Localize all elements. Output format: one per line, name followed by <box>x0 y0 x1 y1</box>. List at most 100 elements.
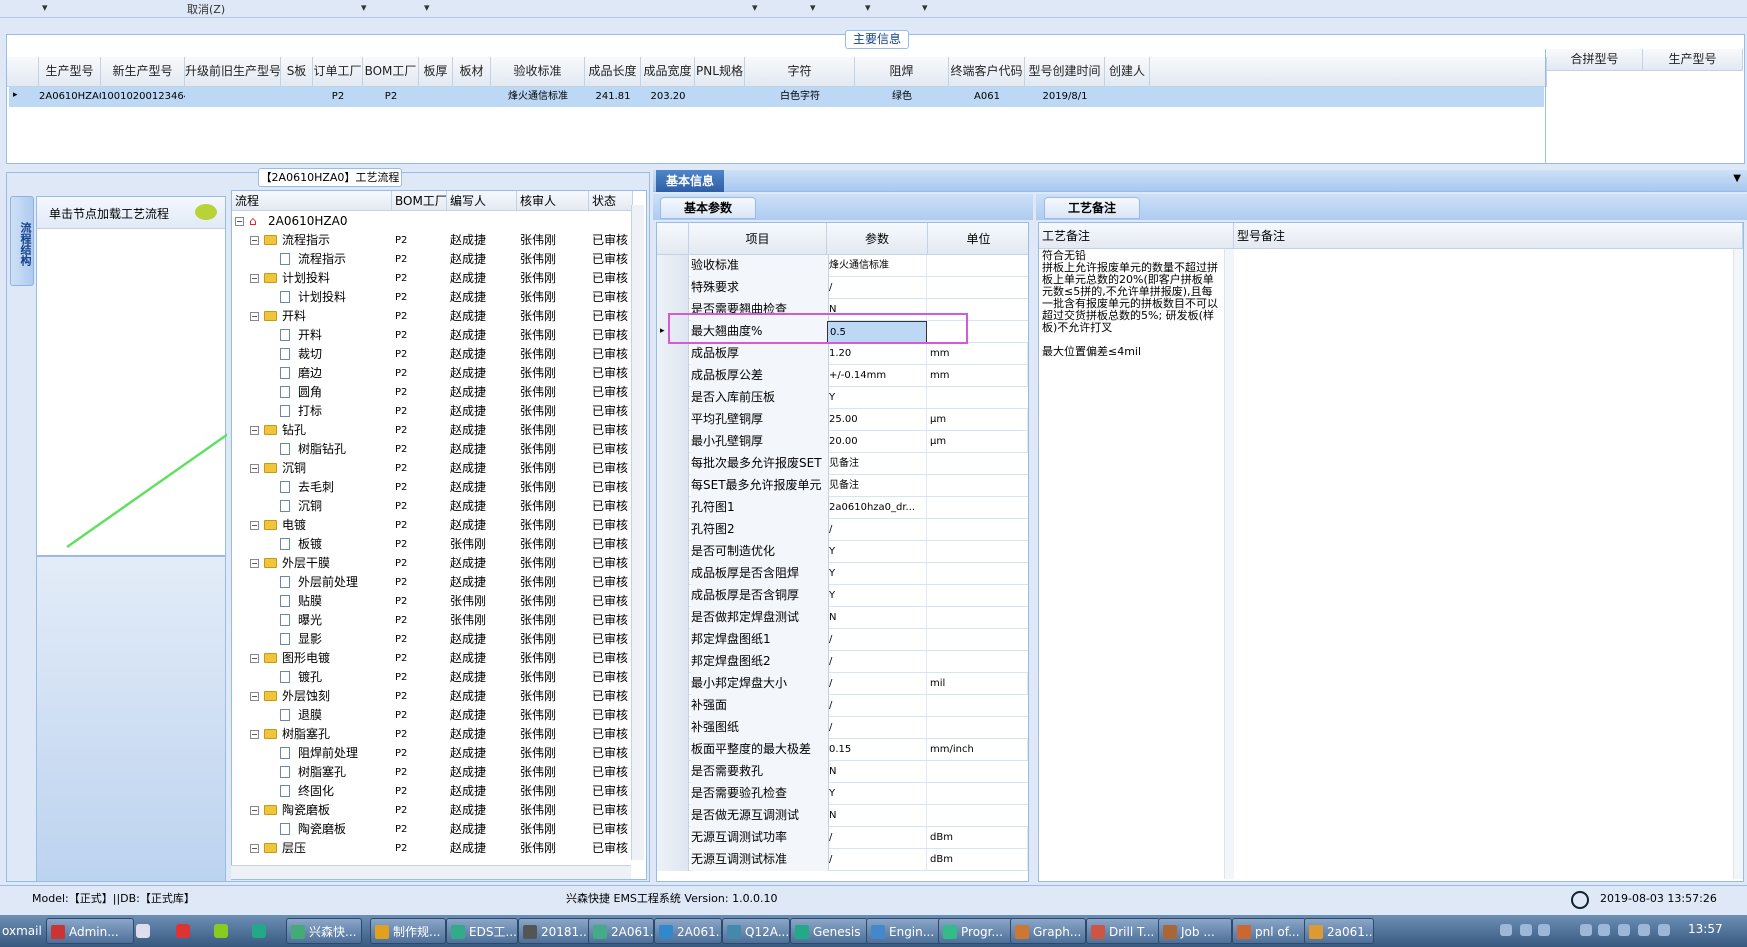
column-header[interactable]: 订单工厂 <box>313 57 363 87</box>
tree-node[interactable]: 外层前处理 P2 赵成捷 张伟刚 已审核 <box>232 573 632 592</box>
table-cell[interactable]: 241.81 <box>585 87 641 107</box>
param-value[interactable]: / <box>827 277 927 298</box>
column-header[interactable]: S板 <box>281 57 313 87</box>
cancel-button[interactable]: 取消(Z) <box>187 1 225 17</box>
taskbar-item[interactable]: Job ... <box>1158 918 1232 944</box>
tree-column-header[interactable]: BOM工厂 <box>392 191 447 211</box>
param-value[interactable]: 见备注 <box>827 453 927 474</box>
tree-node[interactable]: − 外层干膜 P2 赵成捷 张伟刚 已审核 <box>232 554 632 573</box>
taskbar-item[interactable]: Admin... <box>46 918 134 944</box>
tree-node[interactable]: − 陶瓷磨板 P2 赵成捷 张伟刚 已审核 <box>232 801 632 820</box>
taskbar-item[interactable]: 20181... <box>518 918 596 944</box>
tree-node[interactable]: 磨边 P2 赵成捷 张伟刚 已审核 <box>232 364 632 383</box>
process-note-text[interactable]: 符合无铅 拼板上允许报废单元的数量不超过拼板上单元总数的20%(即客户拼板单元数… <box>1042 250 1220 358</box>
app-icon[interactable] <box>214 924 228 938</box>
param-row[interactable]: 验收标准 烽火通信标准 <box>657 255 1028 277</box>
table-cell[interactable]: 203.20 <box>641 87 695 107</box>
tree-node[interactable]: − 计划投料 P2 赵成捷 张伟刚 已审核 <box>232 269 632 288</box>
param-row[interactable]: 成品板厚是否含铜厚 Y <box>657 585 1028 607</box>
param-row[interactable]: 补强面 / <box>657 695 1028 717</box>
param-value[interactable]: / <box>827 519 927 540</box>
tree-node[interactable]: − 树脂塞孔 P2 赵成捷 张伟刚 已审核 <box>232 725 632 744</box>
column-header[interactable]: BOM工厂 <box>363 57 419 87</box>
column-header[interactable]: 生产型号 <box>1643 49 1743 71</box>
param-header-unit[interactable]: 单位 <box>928 223 1028 255</box>
taskbar-item[interactable]: Graph... <box>1010 918 1086 944</box>
param-row[interactable]: 每批次最多允许报废SET 见备注 <box>657 453 1028 475</box>
tree-node[interactable]: − 层压 P2 赵成捷 张伟刚 已审核 <box>232 839 632 858</box>
vertical-tab-flow-structure[interactable]: 流程结构 <box>10 196 34 286</box>
table-cell[interactable]: P2 <box>363 87 419 107</box>
param-value[interactable]: 25.00 <box>827 409 927 430</box>
param-value[interactable]: +/-0.14mm <box>827 365 927 386</box>
collapse-icon[interactable]: − <box>250 692 259 701</box>
tree-node[interactable]: − 钻孔 P2 赵成捷 张伟刚 已审核 <box>232 421 632 440</box>
collapse-icon[interactable]: − <box>250 312 259 321</box>
column-header[interactable]: 板厚 <box>419 57 453 87</box>
param-value[interactable]: N <box>827 805 927 826</box>
tab-basic-params[interactable]: 基本参数 <box>660 197 756 219</box>
param-value[interactable]: / <box>827 629 927 650</box>
tree-node[interactable]: 裁切 P2 赵成捷 张伟刚 已审核 <box>232 345 632 364</box>
taskbar-item[interactable]: 兴森快... <box>286 918 362 944</box>
collapse-icon[interactable]: − <box>235 217 244 226</box>
taskbar-item[interactable]: 制作规... <box>370 918 446 944</box>
column-header[interactable]: 生产型号 <box>39 57 101 87</box>
tree-node[interactable]: 陶瓷磨板 P2 赵成捷 张伟刚 已审核 <box>232 820 632 839</box>
column-header[interactable]: 终端客户代码 <box>949 57 1025 87</box>
tray-icon[interactable] <box>1500 924 1512 936</box>
tree-node[interactable]: 镀孔 P2 赵成捷 张伟刚 已审核 <box>232 668 632 687</box>
tray-icon[interactable] <box>1538 924 1550 936</box>
tree-node-root[interactable]: − ⌂ 2A0610HZA0 <box>232 212 632 231</box>
taskbar-clock[interactable]: 13:57 <box>1688 922 1723 936</box>
taskbar-item[interactable]: pnl of... <box>1232 918 1306 944</box>
column-header[interactable]: 成品长度 <box>585 57 641 87</box>
param-value[interactable]: 0.15 <box>827 739 927 760</box>
tree-node[interactable]: 开料 P2 赵成捷 张伟刚 已审核 <box>232 326 632 345</box>
tree-node[interactable]: − 流程指示 P2 赵成捷 张伟刚 已审核 <box>232 231 632 250</box>
column-header[interactable]: 升级前旧生产型号 <box>185 57 281 87</box>
param-row[interactable]: 是否可制造优化 Y <box>657 541 1028 563</box>
app-icon[interactable] <box>176 924 190 938</box>
dropdown-arrow-icon[interactable]: ▾ <box>424 1 430 14</box>
tree-node[interactable]: 曝光 P2 张伟刚 张伟刚 已审核 <box>232 611 632 630</box>
dropdown-arrow-icon[interactable]: ▾ <box>922 1 928 14</box>
tray-icon[interactable] <box>1618 924 1630 936</box>
taskbar-item[interactable]: Genesis <box>790 918 868 944</box>
collapse-icon[interactable]: − <box>250 236 259 245</box>
taskbar-item[interactable]: Drill T... <box>1086 918 1160 944</box>
taskbar-item[interactable]: Progr... <box>938 918 1014 944</box>
tray-icon[interactable] <box>1520 924 1532 936</box>
tree-node[interactable]: 树脂钻孔 P2 赵成捷 张伟刚 已审核 <box>232 440 632 459</box>
tray-icon[interactable] <box>1658 924 1670 936</box>
param-value[interactable]: 2a0610hza0_dr... <box>827 497 927 518</box>
param-value[interactable]: 20.00 <box>827 431 927 452</box>
tab-process-notes[interactable]: 工艺备注 <box>1044 197 1140 219</box>
param-row[interactable]: 是否需要救孔 N <box>657 761 1028 783</box>
param-value[interactable]: / <box>827 695 927 716</box>
taskbar-item[interactable]: Q12A... <box>722 918 790 944</box>
table-cell[interactable]: 2A0610HZA0 <box>39 87 101 107</box>
collapse-icon[interactable]: − <box>250 654 259 663</box>
tree-node[interactable]: − 图形电镀 P2 赵成捷 张伟刚 已审核 <box>232 649 632 668</box>
tree-node[interactable]: 退膜 P2 赵成捷 张伟刚 已审核 <box>232 706 632 725</box>
tree-node[interactable]: 显影 P2 赵成捷 张伟刚 已审核 <box>232 630 632 649</box>
tree-node[interactable]: 去毛刺 P2 赵成捷 张伟刚 已审核 <box>232 478 632 497</box>
table-cell[interactable]: P2 <box>313 87 363 107</box>
tray-icon[interactable] <box>1638 924 1650 936</box>
table-cell[interactable]: 烽火通信标准 <box>491 87 585 107</box>
param-value[interactable]: / <box>827 651 927 672</box>
param-value[interactable]: Y <box>827 585 927 606</box>
param-row[interactable]: 补强图纸 / <box>657 717 1028 739</box>
column-header[interactable]: 合拼型号 <box>1547 49 1643 71</box>
param-value[interactable]: Y <box>827 783 927 804</box>
taskbar-item[interactable]: oxmail <box>0 918 42 944</box>
collapse-icon[interactable]: − <box>250 806 259 815</box>
tree-node[interactable]: 圆角 P2 赵成捷 张伟刚 已审核 <box>232 383 632 402</box>
app-icon[interactable] <box>252 924 266 938</box>
tree-column-header[interactable]: 核审人 <box>517 191 589 211</box>
param-row[interactable]: 最小孔壁铜厚 20.00 μm <box>657 431 1028 453</box>
param-row[interactable]: 最小邦定焊盘大小 / mil <box>657 673 1028 695</box>
tray-icon[interactable] <box>1580 924 1592 936</box>
param-value[interactable]: / <box>827 673 927 694</box>
